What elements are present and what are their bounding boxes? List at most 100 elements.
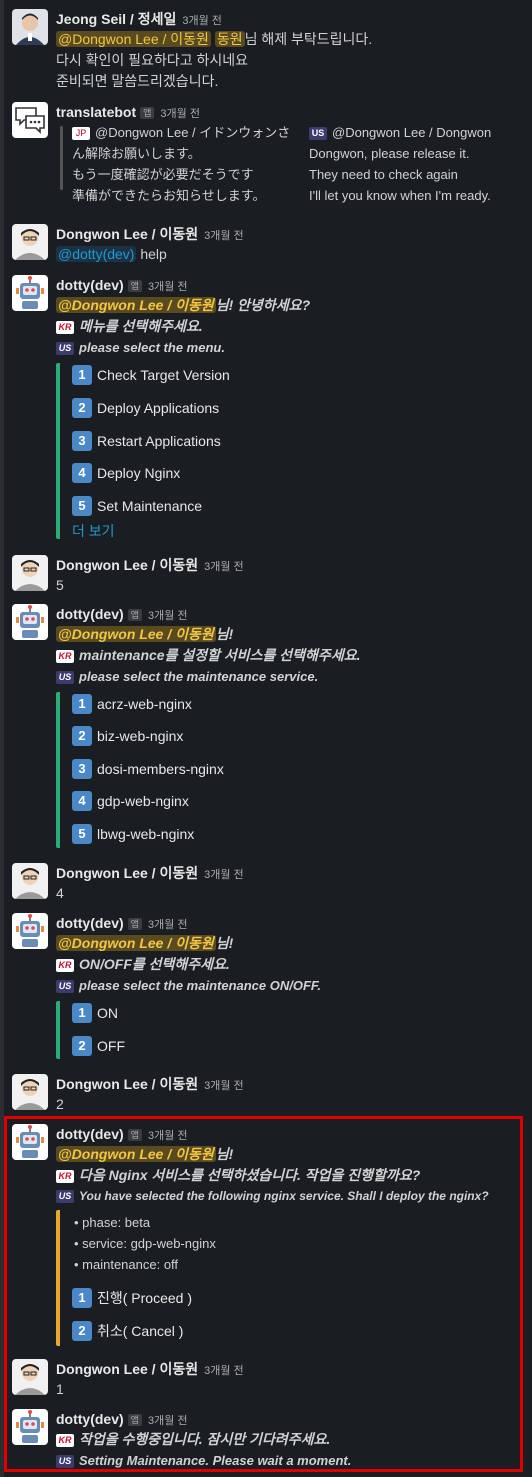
option-off[interactable]: 2 OFF (72, 1034, 125, 1058)
option-on[interactable]: 1 ON (72, 1001, 118, 1025)
service-option-lbwg-web-nginx[interactable]: 5 lbwg-web-nginx (72, 822, 194, 846)
option-label: 진행( Proceed ) (97, 1290, 193, 1306)
timestamp[interactable]: 3개월 전 (204, 1365, 244, 1377)
message-dotty-onoff: dotty(dev) 앱 3개월 전 @Dongwon Lee / 이동원 님! KR… (12, 913, 526, 1063)
detail-service: • service: gdp-web-nginx (74, 1236, 216, 1251)
instruction-english: You have selected the following nginx se… (79, 1189, 489, 1203)
message-dongwon: Dongwon Lee / 이동원 3개월 전 5 (12, 555, 526, 597)
proceed-button[interactable]: 1 진행( Proceed ) (72, 1286, 192, 1310)
timestamp[interactable]: 3개월 전 (204, 869, 244, 881)
sender-name[interactable]: Dongwon Lee / 이동원 (56, 557, 198, 573)
timestamp[interactable]: 3개월 전 (148, 610, 188, 622)
sender-name[interactable]: dotty(dev) (56, 606, 124, 622)
sender-name[interactable]: dotty(dev) (56, 277, 124, 293)
keycap-1-icon: 1 (72, 365, 92, 385)
sender-name[interactable]: dotty(dev) (56, 1411, 124, 1427)
avatar[interactable] (12, 555, 48, 591)
sender-name[interactable]: Dongwon Lee / 이동원 (56, 1076, 198, 1092)
user-mention[interactable]: @Dongwon Lee / 이동원 (56, 1146, 216, 1162)
bot-avatar[interactable] (12, 1124, 48, 1160)
menu-option-restart-applications[interactable]: 3 Restart Applications (72, 429, 221, 453)
korea-flag-icon: KR (56, 959, 74, 972)
menu-option-check-target-version[interactable]: 1 Check Target Version (72, 363, 230, 387)
bot-avatar[interactable] (12, 1409, 48, 1445)
timestamp[interactable]: 3개월 전 (148, 1130, 188, 1142)
timestamp[interactable]: 3개월 전 (204, 230, 244, 242)
translation-line: They need to check again (309, 167, 458, 182)
timestamp[interactable]: 3개월 전 (182, 15, 222, 27)
timestamp[interactable]: 3개월 전 (204, 561, 244, 573)
menu-option-set-maintenance[interactable]: 5 Set Maintenance (72, 494, 202, 518)
korea-flag-icon: KR (56, 1434, 74, 1447)
option-label: 취소( Cancel ) (97, 1323, 184, 1339)
us-flag-icon: US (56, 1455, 74, 1468)
sender-name[interactable]: Dongwon Lee / 이동원 (56, 226, 198, 242)
us-flag-icon: US (56, 342, 74, 355)
sender-name[interactable]: dotty(dev) (56, 1126, 124, 1142)
quote-bar (60, 126, 63, 190)
message-dotty-confirm: dotty(dev) 앱 3개월 전 @Dongwon Lee / 이동원 님! KR… (12, 1124, 526, 1352)
service-option-acrz-web-nginx[interactable]: 1 acrz-web-nginx (72, 692, 192, 716)
message-text: 2 (56, 1096, 64, 1112)
bot-avatar[interactable] (12, 604, 48, 640)
bot-avatar[interactable] (12, 913, 48, 949)
message-dongwon: Dongwon Lee / 이동원 3개월 전 2 (12, 1074, 526, 1116)
us-flag-icon: US (56, 980, 74, 993)
us-flag-icon: US (56, 671, 74, 684)
option-label: dosi-members-nginx (97, 761, 224, 777)
keycap-3-icon: 3 (72, 431, 92, 451)
service-option-gdp-web-nginx[interactable]: 4 gdp-web-nginx (72, 789, 189, 813)
service-attachment: 1 acrz-web-nginx 2 biz-web-nginx 3 dosi-mem… (56, 692, 460, 848)
user-mention[interactable]: @Dongwon Lee / 이동원 (56, 31, 211, 47)
menu-option-deploy-applications[interactable]: 2 Deploy Applications (72, 396, 219, 420)
service-option-biz-web-nginx[interactable]: 2 biz-web-nginx (72, 724, 183, 748)
instruction-english: please select the maintenance service. (79, 669, 319, 684)
option-label: biz-web-nginx (97, 728, 184, 744)
keycap-4-icon: 4 (72, 791, 92, 811)
user-mention[interactable]: @Dongwon Lee / 이동원 (56, 297, 216, 313)
translation-english: US @Dongwon Lee / Dongwon Dongwon, please… (309, 122, 527, 206)
sender-name[interactable]: Dongwon Lee / 이동원 (56, 865, 198, 881)
keycap-1-icon: 1 (72, 1003, 92, 1023)
avatar[interactable] (12, 224, 48, 260)
avatar[interactable] (12, 863, 48, 899)
timestamp[interactable]: 3개월 전 (148, 1415, 188, 1427)
sender-name[interactable]: translatebot (56, 104, 136, 120)
user-mention[interactable]: @Dongwon Lee / 이동원 (56, 935, 216, 951)
avatar[interactable] (12, 1359, 48, 1395)
translation-line: 準備ができたらお知らせします。 (72, 188, 266, 203)
avatar[interactable] (12, 9, 48, 45)
instruction-korean: ON/OFF를 선택해주세요. (79, 956, 230, 972)
option-label: Set Maintenance (97, 498, 203, 514)
menu-option-deploy-nginx[interactable]: 4 Deploy Nginx (72, 461, 180, 485)
option-label: ON (97, 1005, 118, 1021)
cancel-button[interactable]: 2 취소( Cancel ) (72, 1319, 183, 1343)
timestamp[interactable]: 3개월 전 (148, 281, 188, 293)
sender-name[interactable]: Dongwon Lee / 이동원 (56, 1361, 198, 1377)
timestamp[interactable]: 3개월 전 (160, 108, 200, 120)
message-dongwon: Dongwon Lee / 이동원 3개월 전 1 (12, 1359, 526, 1401)
timestamp[interactable]: 3개월 전 (204, 1080, 244, 1092)
message-jeong-seil: Jeong Seil / 정세일 3개월 전 @Dongwon Lee / 이동원… (12, 9, 526, 94)
message-dotty-service: dotty(dev) 앱 3개월 전 @Dongwon Lee / 이동원 님! KR… (12, 604, 526, 852)
keycap-1-icon: 1 (72, 1288, 92, 1308)
keycap-2-icon: 2 (72, 726, 92, 746)
timestamp[interactable]: 3개월 전 (148, 919, 188, 931)
message-dongwon: Dongwon Lee / 이동원 3개월 전 @dotty(dev) help (12, 224, 526, 266)
user-mention[interactable]: 동원 (214, 31, 245, 47)
user-mention[interactable]: @Dongwon Lee / 이동원 (56, 626, 216, 642)
avatar[interactable] (12, 1074, 48, 1110)
show-more-link[interactable]: 더 보기 (72, 521, 115, 541)
service-option-dosi-members-nginx[interactable]: 3 dosi-members-nginx (72, 757, 224, 781)
instruction-korean: 다음 Nginx 서비스를 선택하셨습니다. 작업을 진행할까요? (79, 1167, 421, 1183)
instruction-english: please select the menu. (79, 340, 225, 355)
bot-mention[interactable]: @dotty(dev) (56, 246, 137, 262)
message-translatebot: translatebot 앱 3개월 전 JP @Dongwon Lee / イドンウ… (12, 102, 526, 212)
message-dotty-menu: dotty(dev) 앱 3개월 전 @Dongwon Lee / 이동원 님! 안녕… (12, 275, 526, 543)
greeting-text: 님! (215, 935, 234, 951)
translation-line: @Dongwon Lee / Dongwon (332, 125, 492, 140)
translatebot-avatar[interactable] (12, 102, 48, 138)
bot-avatar[interactable] (12, 275, 48, 311)
sender-name[interactable]: Jeong Seil / 정세일 (56, 11, 176, 27)
sender-name[interactable]: dotty(dev) (56, 915, 124, 931)
